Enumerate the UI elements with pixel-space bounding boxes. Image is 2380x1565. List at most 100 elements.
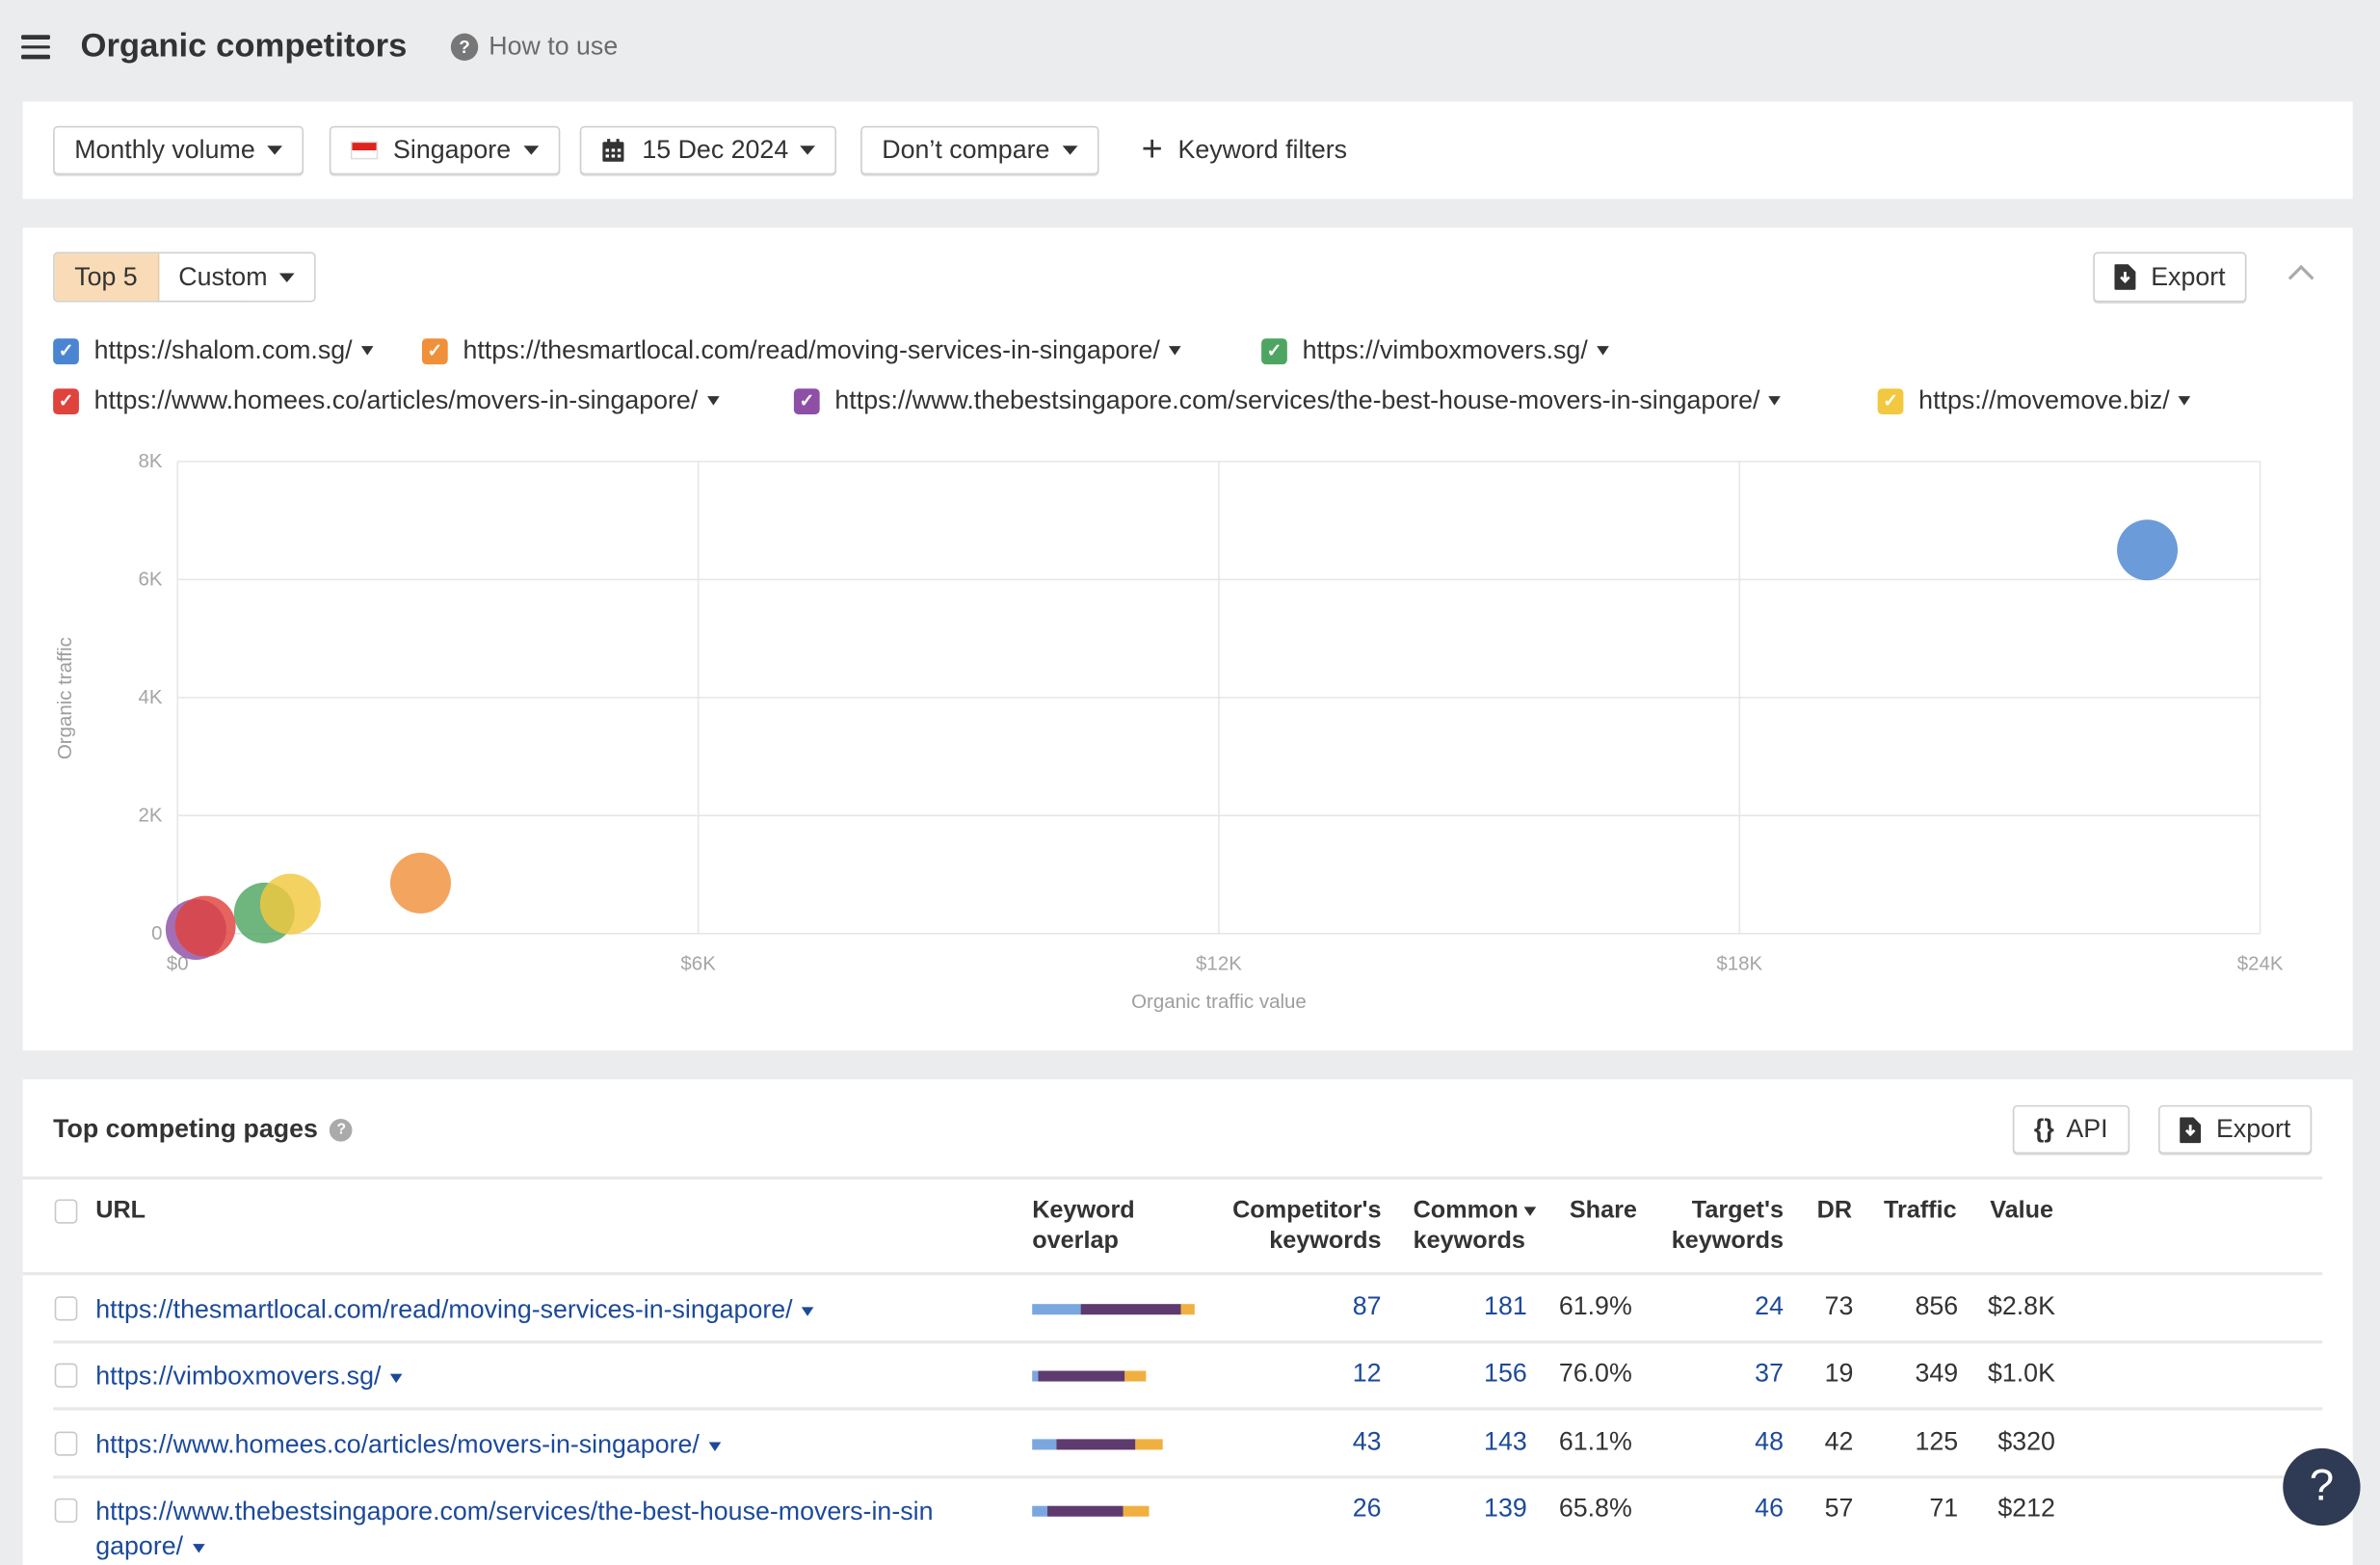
competitor-keywords-value[interactable]: 87 xyxy=(1245,1292,1382,1323)
col-share[interactable]: Share xyxy=(1570,1196,1637,1227)
col-label: keywords xyxy=(1269,1228,1382,1255)
competitor-keywords-value[interactable]: 26 xyxy=(1245,1494,1382,1525)
caret-down-icon[interactable] xyxy=(192,1543,205,1552)
col-label: Competitor's xyxy=(1232,1197,1382,1224)
divider xyxy=(53,1475,2323,1478)
share-value: 61.9% xyxy=(1558,1291,1632,1321)
api-button[interactable]: {} API xyxy=(2012,1104,2129,1154)
table-export-button[interactable]: Export xyxy=(2158,1104,2313,1154)
target-keywords-value[interactable]: 48 xyxy=(1670,1427,1784,1458)
row-checkbox[interactable] xyxy=(54,1363,78,1388)
value-cell: $212 xyxy=(1997,1494,2055,1524)
col-url[interactable]: URL xyxy=(95,1196,145,1227)
share-value: 65.8% xyxy=(1558,1494,1632,1524)
row-checkbox[interactable] xyxy=(54,1431,78,1456)
keyword-overlap-bar xyxy=(1032,1370,1147,1382)
help-circle-icon[interactable]: ? xyxy=(330,1118,354,1141)
competitor-url-link[interactable]: https://www.homees.co/articles/movers-in… xyxy=(95,1430,700,1459)
api-label: API xyxy=(2066,1114,2108,1144)
x-axis-label: Organic traffic value xyxy=(1131,991,1307,1013)
bubble-point[interactable] xyxy=(259,873,321,935)
common-keywords-value[interactable]: 181 xyxy=(1390,1292,1527,1323)
col-keyword-overlap[interactable]: Keyword overlap xyxy=(1032,1196,1134,1257)
overlap-competitor-segment xyxy=(1032,1505,1047,1517)
competitor-keywords-value[interactable]: 43 xyxy=(1245,1427,1382,1458)
url-cell: https://vimboxmovers.sg/ xyxy=(95,1359,1006,1393)
overlap-common-segment xyxy=(1046,1505,1124,1517)
competitor-url-link-cont[interactable]: gapore/ xyxy=(95,1531,183,1560)
x-tick-label: $12K xyxy=(1196,953,1242,975)
y-tick-label: 4K xyxy=(139,686,163,708)
keyword-overlap-bar xyxy=(1032,1439,1163,1450)
url-cell: https://www.homees.co/articles/movers-in… xyxy=(95,1427,1006,1462)
value-cell: $1.0K xyxy=(1987,1358,2055,1388)
bubble-point[interactable] xyxy=(174,895,236,957)
select-all-checkbox[interactable] xyxy=(54,1199,78,1224)
dr-value: 19 xyxy=(1824,1358,1854,1388)
y-tick-label: 6K xyxy=(139,569,163,591)
col-label: keywords xyxy=(1671,1228,1784,1255)
traffic-value: 71 xyxy=(1929,1494,1959,1524)
dr-value: 57 xyxy=(1824,1494,1854,1524)
table-title: Top competing pages xyxy=(53,1114,318,1144)
col-label: Keyword xyxy=(1032,1197,1135,1224)
overlap-competitor-segment xyxy=(1032,1439,1056,1450)
dr-value: 73 xyxy=(1824,1291,1854,1321)
target-keywords-value[interactable]: 24 xyxy=(1670,1292,1784,1323)
divider xyxy=(53,1407,2323,1410)
overlap-target-segment xyxy=(1180,1304,1195,1315)
y-tick-label: 8K xyxy=(139,450,163,472)
competitor-keywords-value[interactable]: 12 xyxy=(1245,1359,1382,1390)
col-label: Common xyxy=(1413,1197,1519,1224)
table-title-wrap: Top competing pages ? xyxy=(53,1114,354,1145)
overlap-common-segment xyxy=(1039,1370,1126,1382)
competitor-url-link[interactable]: https://thesmartlocal.com/read/moving-se… xyxy=(95,1295,792,1324)
bubble-point[interactable] xyxy=(389,852,451,914)
col-target-keywords[interactable]: Target's keywords xyxy=(1639,1196,1784,1257)
row-checkbox[interactable] xyxy=(54,1498,78,1524)
overlap-target-segment xyxy=(1135,1439,1163,1450)
table-export-label: Export xyxy=(2215,1114,2291,1144)
divider xyxy=(22,1176,2323,1180)
overlap-competitor-segment xyxy=(1032,1304,1081,1315)
x-tick-label: $6K xyxy=(680,953,716,975)
col-value[interactable]: Value xyxy=(1990,1196,2053,1227)
help-chat-button[interactable]: ? xyxy=(2283,1447,2361,1526)
dr-value: 42 xyxy=(1824,1426,1854,1456)
overlap-competitor-segment xyxy=(1032,1370,1040,1382)
share-value: 76.0% xyxy=(1558,1358,1632,1388)
col-traffic[interactable]: Traffic xyxy=(1884,1196,1957,1227)
col-dr[interactable]: DR xyxy=(1817,1196,1852,1227)
y-tick-label: 2K xyxy=(139,805,163,827)
caret-down-icon[interactable] xyxy=(708,1441,721,1451)
overlap-target-segment xyxy=(1125,1370,1147,1382)
traffic-value: 125 xyxy=(1915,1426,1959,1456)
bubble-point[interactable] xyxy=(2117,519,2179,581)
overlap-common-segment xyxy=(1080,1304,1181,1315)
col-label: overlap xyxy=(1032,1228,1119,1255)
col-common-keywords[interactable]: Common keywords xyxy=(1414,1196,1537,1257)
braces-icon: {} xyxy=(2033,1114,2054,1144)
url-cell: https://thesmartlocal.com/read/moving-se… xyxy=(95,1292,1006,1327)
common-keywords-value[interactable]: 143 xyxy=(1390,1427,1527,1458)
common-keywords-value[interactable]: 139 xyxy=(1390,1494,1527,1525)
share-value: 61.1% xyxy=(1558,1426,1632,1456)
competitor-url-link[interactable]: https://www.thebestsingapore.com/service… xyxy=(95,1497,933,1525)
col-label: keywords xyxy=(1413,1228,1525,1255)
x-tick-label: $24K xyxy=(2237,953,2284,975)
value-cell: $320 xyxy=(1997,1426,2055,1456)
traffic-value: 856 xyxy=(1915,1291,1959,1321)
competitor-url-link[interactable]: https://vimboxmovers.sg/ xyxy=(95,1362,381,1391)
common-keywords-value[interactable]: 156 xyxy=(1390,1359,1527,1390)
row-checkbox[interactable] xyxy=(54,1296,78,1321)
target-keywords-value[interactable]: 37 xyxy=(1670,1359,1784,1390)
caret-down-icon[interactable] xyxy=(802,1306,814,1316)
col-competitor-keywords[interactable]: Competitor's keywords xyxy=(1184,1196,1382,1257)
export-file-icon xyxy=(2180,1116,2202,1143)
keyword-overlap-bar xyxy=(1032,1505,1150,1517)
target-keywords-value[interactable]: 46 xyxy=(1670,1494,1784,1525)
col-label: Target's xyxy=(1691,1197,1784,1224)
caret-down-icon[interactable] xyxy=(389,1372,403,1383)
y-axis-label: Organic traffic xyxy=(54,637,76,759)
overlap-target-segment xyxy=(1124,1505,1150,1517)
